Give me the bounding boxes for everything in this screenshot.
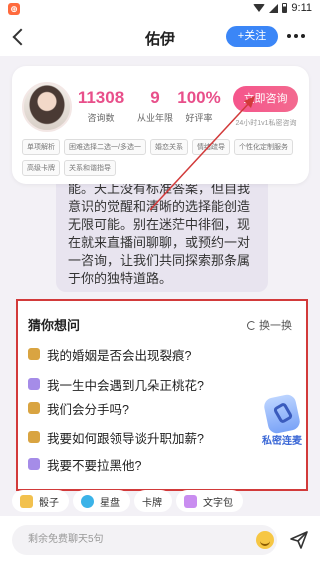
back-arrow-icon[interactable] bbox=[10, 27, 30, 47]
private-voice-call-label: 私密连麦 bbox=[262, 436, 302, 447]
specialty-tag: 个性化定制服务 bbox=[233, 139, 293, 155]
dice-icon bbox=[20, 494, 33, 508]
status-time: 9:11 bbox=[291, 2, 312, 14]
stat-value: 11308 bbox=[77, 88, 125, 107]
question-bubble-icon bbox=[28, 431, 40, 443]
stat-consult-count: 11308 咨询数 bbox=[76, 88, 126, 124]
counselor-profile-card: 11308 咨询数 9 从业年限 100% 好评率 立即咨询 24小时1v1私密… bbox=[12, 66, 309, 184]
tool-dice-button[interactable]: 骰子 bbox=[12, 490, 69, 512]
specialty-tag: 困难选择二选一/多选一 bbox=[64, 139, 146, 155]
suggested-questions-title: 猜你想问 bbox=[28, 318, 81, 333]
refresh-button[interactable]: 换一换 bbox=[247, 317, 292, 333]
refresh-icon bbox=[247, 320, 256, 330]
specialty-tag: 高级卡牌 bbox=[22, 160, 60, 176]
stat-rating: 100% 好评率 bbox=[174, 88, 224, 124]
chat-message-text: 能。天上没有标准答案，但自我意识的觉醒和清晰的选择能创造无限可能。别在迷茫中徘徊… bbox=[68, 181, 251, 286]
suggested-question[interactable]: 我们会分手吗? bbox=[28, 398, 129, 418]
tool-label: 文字包 bbox=[203, 497, 233, 509]
question-bubble-icon bbox=[28, 458, 40, 470]
top-nav-bar: 佑伊 +关注 bbox=[0, 18, 320, 56]
stat-value: 100% bbox=[177, 88, 221, 107]
specialty-tag: 关系和谐指导 bbox=[64, 160, 116, 176]
app-notification-icon: ⊕ bbox=[8, 3, 20, 15]
question-bubble-icon bbox=[28, 378, 40, 390]
consult-now-button[interactable]: 立即咨询 bbox=[233, 86, 298, 112]
tool-label: 骰子 bbox=[39, 497, 59, 509]
suggested-question[interactable]: 我要不要拉黑他? bbox=[28, 454, 141, 474]
astrolabe-icon bbox=[81, 494, 94, 508]
counselor-avatar[interactable] bbox=[22, 82, 72, 132]
question-text: 我一生中会遇到几朵正桃花? bbox=[47, 378, 204, 393]
suggested-question[interactable]: 我的婚姻是否会出现裂痕? bbox=[28, 344, 191, 364]
specialty-tag: 婚恋关系 bbox=[149, 139, 188, 155]
stat-label: 咨询数 bbox=[87, 113, 115, 123]
send-icon[interactable] bbox=[289, 530, 309, 550]
text-pack-icon bbox=[184, 494, 197, 508]
question-bubble-icon bbox=[28, 402, 40, 414]
follow-button[interactable]: +关注 bbox=[226, 26, 278, 47]
consult-subtitle: 24小时1v1私密咨询 bbox=[235, 120, 297, 127]
suggested-question[interactable]: 我要如何跟领导谈升职加薪? bbox=[28, 427, 204, 447]
question-text: 我要如何跟领导谈升职加薪? bbox=[47, 431, 204, 446]
tool-cards-button[interactable]: 卡牌 bbox=[24, 490, 172, 568]
refresh-label: 换一换 bbox=[259, 320, 292, 332]
battery-icon bbox=[282, 3, 288, 13]
suggested-questions-panel: 猜你想问 换一换 我的婚姻是否会出现裂痕? 我一生中会遇到几朵正桃花? 我们会分… bbox=[16, 299, 308, 491]
private-voice-call-button[interactable]: 私密连麦 bbox=[256, 393, 306, 458]
question-text: 我要不要拉黑他? bbox=[47, 458, 142, 473]
wifi-icon bbox=[253, 4, 266, 12]
chat-tools-bar: 骰子 星盘 卡牌 文字包 bbox=[12, 490, 312, 568]
status-bar: ⊕ 9:11 bbox=[0, 0, 320, 18]
tool-text-pack-button[interactable]: 文字包 bbox=[176, 490, 243, 512]
more-options-icon[interactable] bbox=[287, 34, 305, 38]
question-text: 我的婚姻是否会出现裂痕? bbox=[47, 348, 192, 363]
specialty-tags: 单项解析 困难选择二选一/多选一 婚恋关系 情绪疏导 个性化定制服务 高级卡牌 … bbox=[22, 139, 307, 176]
tool-label: 星盘 bbox=[100, 497, 120, 509]
tool-astrolabe-button[interactable]: 星盘 bbox=[73, 490, 130, 512]
emoji-icon[interactable] bbox=[256, 531, 274, 549]
specialty-tag: 单项解析 bbox=[22, 139, 60, 155]
tool-label: 卡牌 bbox=[142, 497, 162, 509]
question-bubble-icon bbox=[28, 348, 40, 360]
message-input[interactable]: 剩余免费聊天5句 bbox=[12, 525, 277, 555]
signal-icon bbox=[269, 3, 279, 13]
suggested-question[interactable]: 我一生中会遇到几朵正桃花? bbox=[28, 374, 204, 394]
question-text: 我们会分手吗? bbox=[47, 402, 129, 417]
stat-label: 好评率 bbox=[185, 113, 213, 123]
message-input-bar: 剩余免费聊天5句 bbox=[0, 516, 320, 568]
status-icons: 9:11 bbox=[253, 2, 312, 14]
specialty-tag: 情绪疏导 bbox=[191, 139, 230, 155]
